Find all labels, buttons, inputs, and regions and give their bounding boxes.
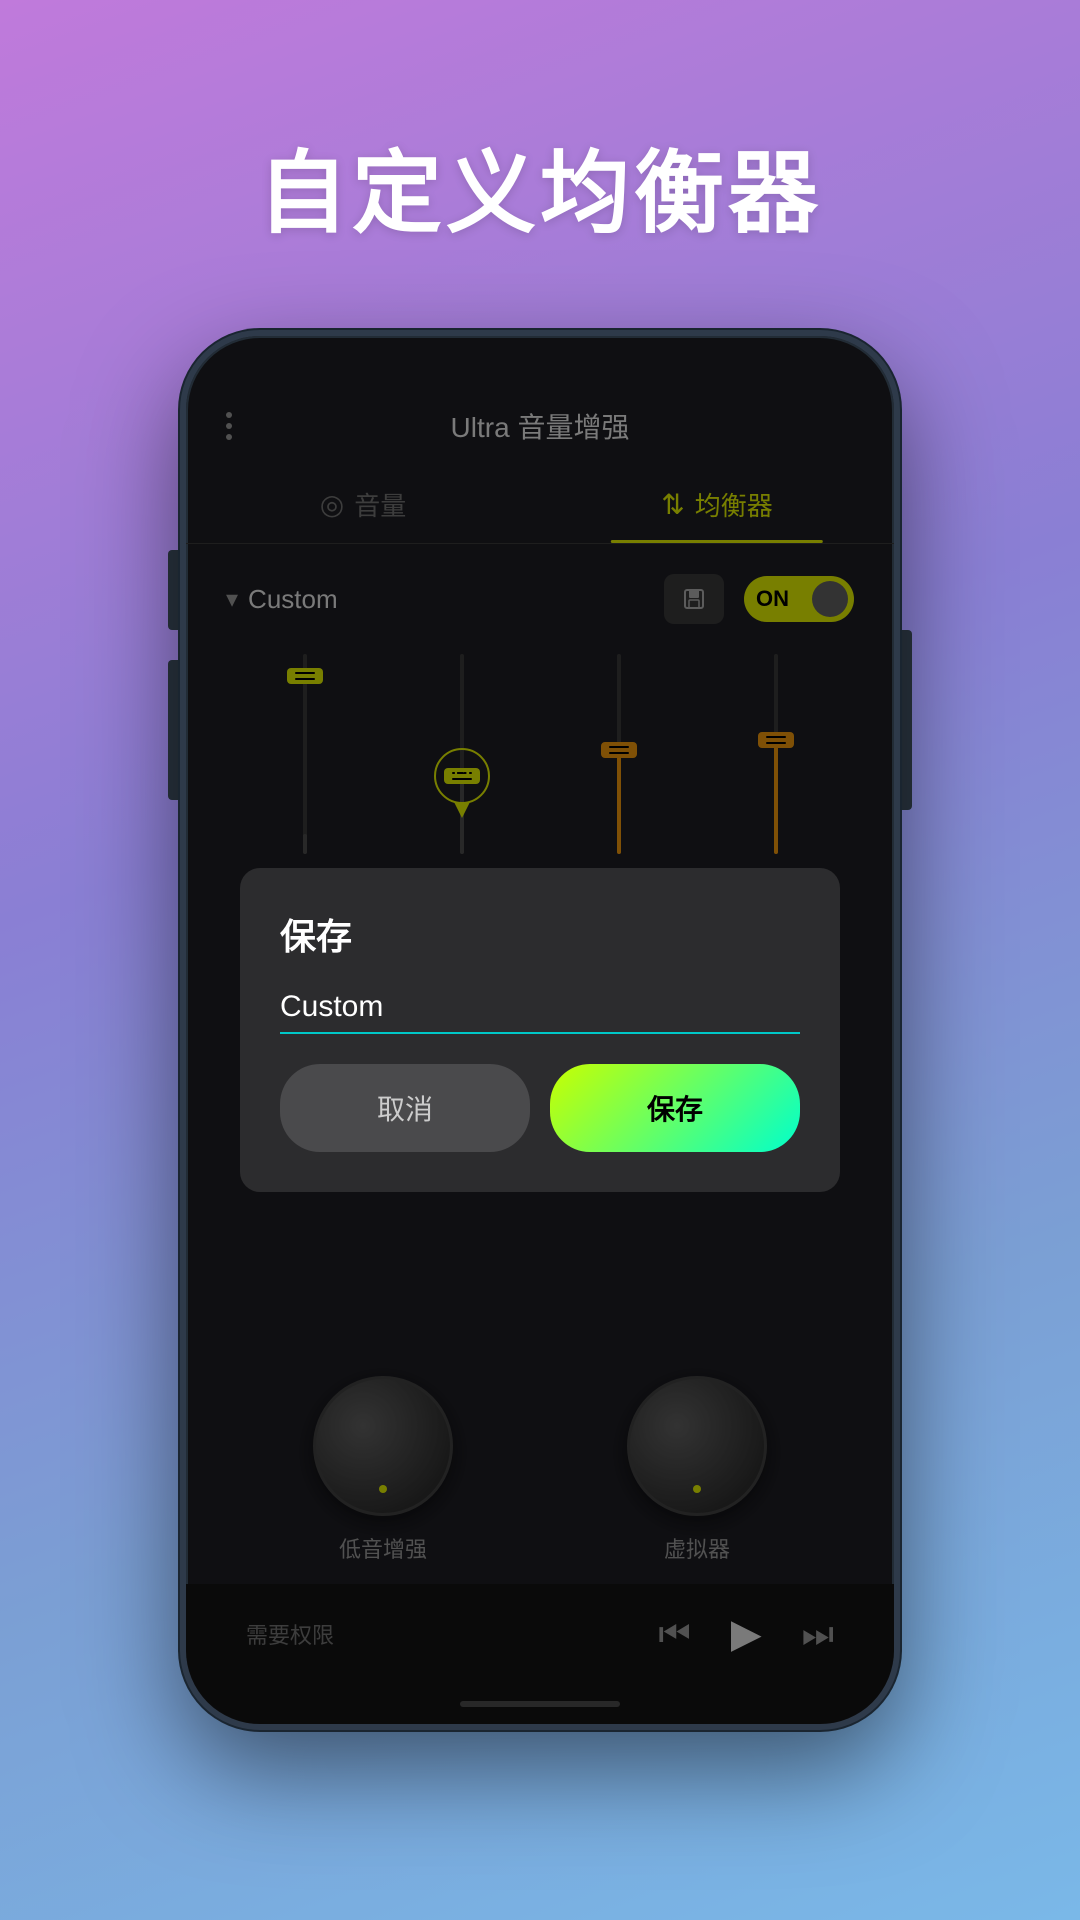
save-dialog: 保存 取消 保存 bbox=[240, 868, 840, 1192]
page-title: 自定义均衡器 bbox=[258, 120, 822, 250]
dialog-input-wrapper bbox=[280, 990, 800, 1034]
save-button[interactable]: 保存 bbox=[550, 1064, 800, 1152]
dialog-overlay: 保存 取消 保存 bbox=[186, 336, 894, 1724]
dialog-buttons: 取消 保存 bbox=[280, 1064, 800, 1152]
dialog-name-input[interactable] bbox=[280, 990, 800, 1024]
side-button-volume bbox=[168, 660, 178, 800]
cancel-button[interactable]: 取消 bbox=[280, 1064, 530, 1152]
phone-mockup: Ultra 音量增强 ◎ 音量 ⇅ 均衡器 ▾ Custom bbox=[180, 330, 900, 1730]
side-button-mute bbox=[168, 550, 178, 630]
phone-screen: Ultra 音量增强 ◎ 音量 ⇅ 均衡器 ▾ Custom bbox=[180, 330, 900, 1730]
dialog-title: 保存 bbox=[280, 908, 800, 960]
side-button-power bbox=[902, 630, 912, 810]
